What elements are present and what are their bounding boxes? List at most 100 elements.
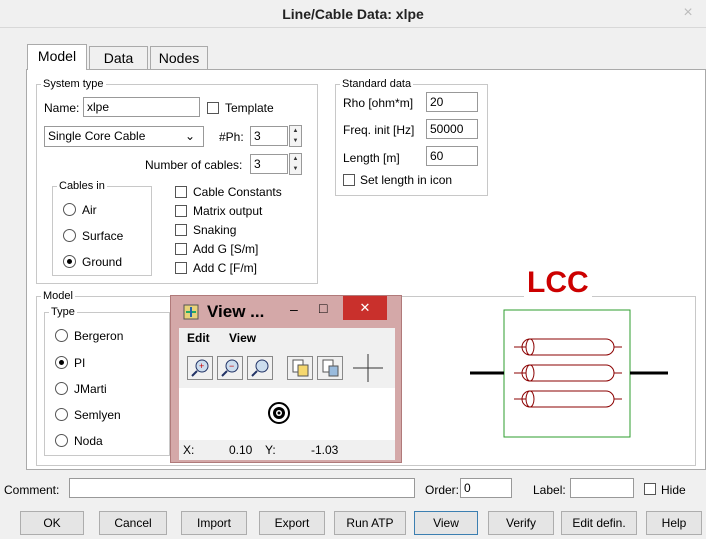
length-field[interactable]: 60 xyxy=(426,146,478,166)
help-button[interactable]: Help xyxy=(646,511,702,535)
standard-data-legend: Standard data xyxy=(342,78,412,90)
paste-icon[interactable] xyxy=(317,356,343,380)
num-cables-field[interactable]: 3 xyxy=(250,154,288,174)
view-menubar: Edit View xyxy=(179,328,395,348)
set-length-label: Set length in icon xyxy=(360,173,453,187)
spin-up-icon[interactable]: ▲ xyxy=(290,126,301,136)
radio-noda[interactable] xyxy=(55,434,68,447)
radio-surface-label: Surface xyxy=(82,229,124,243)
num-cables-label: Number of cables: xyxy=(145,158,243,172)
radio-pi[interactable] xyxy=(55,356,68,369)
close-button[interactable]: × xyxy=(674,2,702,24)
freq-field[interactable]: 50000 xyxy=(426,119,478,139)
comment-field[interactable] xyxy=(69,478,415,498)
name-field[interactable]: xlpe xyxy=(83,97,200,117)
y-value: -1.03 xyxy=(311,443,339,457)
order-field[interactable]: 0 xyxy=(460,478,512,498)
view-popup-title: View ... xyxy=(207,302,265,321)
spin-down-icon[interactable]: ▼ xyxy=(290,136,301,146)
tab-nodes[interactable]: Nodes xyxy=(150,46,208,70)
add-g-label: Add G [S/m] xyxy=(193,242,259,256)
order-label: Order: xyxy=(425,483,460,497)
zoom-in-icon[interactable]: + xyxy=(187,356,213,380)
ok-button[interactable]: OK xyxy=(20,511,84,535)
menu-edit[interactable]: Edit xyxy=(187,331,210,345)
tab-data[interactable]: Data xyxy=(89,46,148,70)
freq-label: Freq. init [Hz] xyxy=(343,123,415,137)
tab-model[interactable]: Model xyxy=(27,44,87,70)
view-close-button[interactable]: ✕ xyxy=(343,296,387,320)
zoom-out-icon[interactable]: − xyxy=(217,356,243,380)
svg-text:+: + xyxy=(199,361,204,371)
template-label: Template xyxy=(225,101,274,115)
system-type-legend: System type xyxy=(43,78,104,90)
zoom-fit-icon[interactable] xyxy=(247,356,273,380)
phases-field[interactable]: 3 xyxy=(250,126,288,146)
matrix-output-label: Matrix output xyxy=(193,204,263,218)
radio-ground[interactable] xyxy=(63,255,76,268)
template-checkbox[interactable] xyxy=(207,102,219,114)
chevron-down-icon: ⌄ xyxy=(184,129,195,143)
import-button[interactable]: Import xyxy=(181,511,247,535)
hide-checkbox[interactable] xyxy=(644,483,656,495)
radio-semlyen[interactable] xyxy=(55,408,68,421)
radio-pi-label: PI xyxy=(74,356,86,370)
radio-bergeron[interactable] xyxy=(55,329,68,342)
phases-spinner[interactable]: ▲ ▼ xyxy=(289,125,302,147)
run-atp-button[interactable]: Run ATP xyxy=(334,511,406,535)
crosshair-icon[interactable] xyxy=(353,354,383,382)
edit-definition-button[interactable]: Edit defin. xyxy=(561,511,637,535)
lcc-symbol-icon xyxy=(470,309,668,438)
minimize-button[interactable]: – xyxy=(290,301,298,317)
hide-label: Hide xyxy=(661,483,686,497)
radio-jmarti[interactable] xyxy=(55,382,68,395)
cable-constants-checkbox[interactable] xyxy=(175,186,187,198)
snaking-checkbox[interactable] xyxy=(175,224,187,236)
radio-air-label: Air xyxy=(82,203,97,217)
add-c-checkbox[interactable] xyxy=(175,262,187,274)
y-label: Y: xyxy=(265,443,276,457)
comment-label: Comment: xyxy=(4,483,60,497)
phases-label: #Ph: xyxy=(219,130,244,144)
view-popup: View ... – □ ✕ Edit View + − X: 0.10 Y: … xyxy=(170,295,402,463)
radio-ground-label: Ground xyxy=(82,255,123,269)
type-legend: Type xyxy=(51,306,75,318)
copy-icon[interactable] xyxy=(287,356,313,380)
label-label: Label: xyxy=(533,483,566,497)
menu-view[interactable]: View xyxy=(229,331,256,345)
num-cables-spinner[interactable]: ▲ ▼ xyxy=(289,153,302,175)
maximize-button[interactable]: □ xyxy=(319,300,327,316)
spin-down-icon[interactable]: ▼ xyxy=(290,164,301,174)
x-value: 0.10 xyxy=(229,443,253,457)
model-legend: Model xyxy=(43,290,73,302)
app-icon xyxy=(183,304,199,320)
spin-up-icon[interactable]: ▲ xyxy=(290,154,301,164)
export-button[interactable]: Export xyxy=(259,511,325,535)
view-button[interactable]: View xyxy=(414,511,478,535)
rho-field[interactable]: 20 xyxy=(426,92,478,112)
radio-noda-label: Noda xyxy=(74,434,103,448)
radio-jmarti-label: JMarti xyxy=(74,382,107,396)
cable-constants-label: Cable Constants xyxy=(193,185,282,199)
cables-in-legend: Cables in xyxy=(59,180,105,192)
cable-cross-section-icon xyxy=(268,402,290,424)
radio-bergeron-label: Bergeron xyxy=(74,329,124,343)
matrix-output-checkbox[interactable] xyxy=(175,205,187,217)
cable-type-select[interactable]: Single Core Cable ⌄ xyxy=(44,126,204,147)
cancel-button[interactable]: Cancel xyxy=(99,511,167,535)
length-label: Length [m] xyxy=(343,151,400,165)
snaking-label: Snaking xyxy=(193,223,237,237)
radio-surface[interactable] xyxy=(63,229,76,242)
add-c-label: Add C [F/m] xyxy=(193,261,258,275)
label-field[interactable] xyxy=(570,478,634,498)
add-g-checkbox[interactable] xyxy=(175,243,187,255)
view-canvas[interactable] xyxy=(179,388,395,440)
rho-label: Rho [ohm*m] xyxy=(343,96,414,110)
cable-type-value: Single Core Cable xyxy=(48,129,146,143)
radio-air[interactable] xyxy=(63,203,76,216)
svg-text:−: − xyxy=(229,361,234,371)
set-length-checkbox[interactable] xyxy=(343,174,355,186)
view-statusbar: X: 0.10 Y: -1.03 xyxy=(179,440,395,460)
verify-button[interactable]: Verify xyxy=(488,511,554,535)
view-toolbar: + − xyxy=(179,348,395,388)
